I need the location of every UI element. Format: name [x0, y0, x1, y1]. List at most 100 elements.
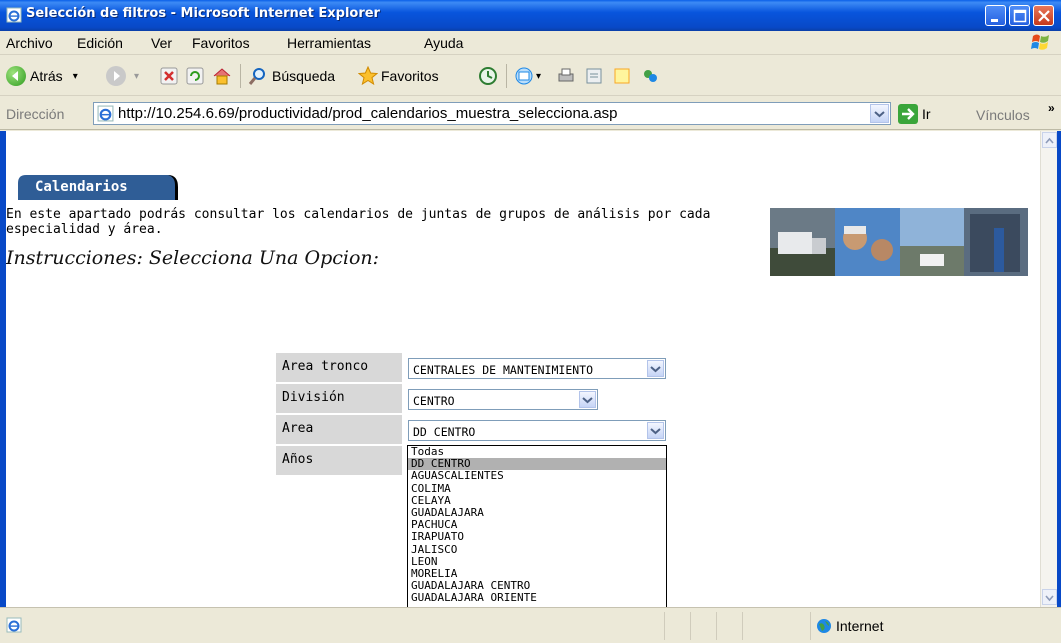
select-value: CENTRALES DE MANTENIMIENTO — [413, 363, 594, 377]
star-icon — [358, 66, 378, 86]
mail-icon — [515, 67, 533, 85]
area-option[interactable]: COLIMA — [408, 482, 666, 495]
mail-button[interactable]: ▾ — [514, 64, 541, 88]
note-icon — [614, 68, 630, 84]
menu-archivo[interactable]: Archivo — [6, 35, 53, 51]
page-content: Calendarios En este apartado podrás cons… — [6, 131, 1040, 607]
filter-label: Area — [276, 415, 402, 444]
area-tronco-select[interactable]: CENTRALES DE MANTENIMIENTO — [408, 358, 666, 379]
window-border-right — [1057, 131, 1061, 607]
address-input[interactable]: http://10.254.6.69/productividad/prod_ca… — [93, 102, 891, 125]
go-label: Ir — [922, 106, 931, 122]
windows-logo-icon — [1031, 34, 1049, 50]
back-button[interactable]: Atrás ▾ — [6, 64, 78, 88]
menu-ayuda[interactable]: Ayuda — [424, 35, 463, 51]
forward-arrow-icon — [106, 66, 126, 86]
discuss-button[interactable] — [612, 64, 632, 88]
area-option[interactable]: JALISCO — [408, 543, 666, 556]
page-description: En este apartado podrás consultar los ca… — [6, 207, 711, 237]
forward-button[interactable]: ▾ — [106, 64, 139, 88]
go-arrow-icon — [898, 104, 918, 124]
filter-label: Años — [276, 446, 402, 475]
chevron-up-icon — [1045, 137, 1054, 144]
minimize-button[interactable] — [985, 5, 1006, 26]
zone-label: Internet — [836, 618, 884, 634]
select-dropdown-button[interactable] — [579, 391, 596, 408]
print-icon — [558, 68, 574, 82]
home-icon — [213, 68, 231, 85]
messenger-icon — [644, 70, 657, 82]
scroll-up-button[interactable] — [1042, 132, 1057, 148]
chevron-down-icon — [650, 428, 661, 435]
stop-button[interactable] — [160, 64, 178, 88]
url-text: http://10.254.6.69/productividad/prod_ca… — [118, 105, 618, 122]
edit-page-icon — [586, 68, 602, 84]
select-dropdown-button[interactable] — [647, 422, 664, 439]
refresh-icon — [186, 67, 204, 85]
stop-icon — [160, 67, 178, 85]
menu-edicion[interactable]: Edición — [77, 35, 123, 51]
ie-page-icon — [97, 105, 114, 122]
links-label[interactable]: Vínculos — [976, 107, 1030, 123]
area-select[interactable]: DD CENTRO — [408, 420, 666, 441]
search-button[interactable]: Búsqueda — [248, 64, 335, 88]
toolbar-separator — [506, 64, 507, 88]
favorites-button[interactable]: Favoritos — [358, 64, 439, 88]
select-value: DD CENTRO — [413, 425, 476, 439]
search-icon — [248, 68, 265, 85]
status-pane — [664, 612, 665, 640]
area-option[interactable]: IRAPUATO — [408, 531, 666, 543]
home-button[interactable] — [212, 64, 232, 88]
tab-calendarios[interactable]: Calendarios — [18, 175, 178, 200]
chevron-down-icon — [582, 397, 593, 404]
ie-page-icon — [6, 7, 22, 23]
scroll-down-button[interactable] — [1042, 589, 1057, 605]
tab-label: Calendarios — [35, 179, 128, 195]
area-options-list[interactable]: Todas DD CENTRO AGUASCALIENTES COLIMA CE… — [407, 445, 667, 607]
instructions-text: Instrucciones: Selecciona Una Opcion: — [6, 247, 380, 269]
search-label: Búsqueda — [272, 68, 336, 84]
chevron-down-icon — [650, 366, 661, 373]
vertical-scrollbar[interactable] — [1040, 131, 1057, 607]
maximize-button[interactable] — [1009, 5, 1030, 26]
history-button[interactable] — [478, 64, 498, 88]
menu-herramientas[interactable]: Herramientas — [287, 35, 371, 51]
address-dropdown-button[interactable] — [870, 104, 889, 123]
toolbar: Atrás ▾ ▾ Búsqueda Favoritos ▾ — [0, 56, 1061, 96]
menu-favoritos[interactable]: Favoritos — [192, 35, 250, 51]
address-label: Dirección — [6, 106, 65, 122]
history-icon — [479, 67, 497, 85]
ie-page-icon — [6, 617, 22, 633]
back-arrow-icon — [6, 66, 26, 86]
area-option[interactable]: GUADALAJARA ORIENTE — [408, 592, 666, 604]
refresh-button[interactable] — [186, 64, 204, 88]
status-pane — [716, 612, 717, 640]
chevron-down-icon — [874, 111, 885, 118]
edit-button[interactable] — [584, 64, 604, 88]
security-zone[interactable]: Internet — [816, 618, 883, 634]
print-button[interactable] — [556, 64, 576, 88]
select-value: CENTRO — [413, 394, 455, 408]
area-option[interactable]: AGUASCALIENTES — [408, 470, 666, 482]
select-dropdown-button[interactable] — [647, 360, 664, 377]
go-button[interactable]: Ir — [898, 104, 931, 124]
status-pane — [810, 612, 811, 640]
maximize-icon — [1013, 9, 1027, 23]
window-title: Selección de filtros - Microsoft Interne… — [26, 6, 380, 21]
favorites-label: Favoritos — [381, 68, 439, 84]
menu-ver[interactable]: Ver — [151, 35, 172, 51]
chevron-right-icon[interactable]: » — [1048, 101, 1055, 115]
status-pane — [742, 612, 743, 640]
minimize-icon — [991, 19, 998, 22]
filter-label: División — [276, 384, 402, 413]
messenger-button[interactable] — [640, 64, 660, 88]
chevron-down-icon — [1045, 595, 1054, 602]
status-pane — [690, 612, 691, 640]
close-icon — [1038, 10, 1050, 22]
menu-bar: Archivo Edición Ver Favoritos Herramient… — [0, 31, 1061, 55]
title-bar[interactable]: Selección de filtros - Microsoft Interne… — [0, 0, 1061, 31]
close-button[interactable] — [1033, 5, 1054, 26]
globe-icon — [817, 619, 831, 633]
division-select[interactable]: CENTRO — [408, 389, 598, 410]
header-photo-strip — [770, 208, 1028, 276]
